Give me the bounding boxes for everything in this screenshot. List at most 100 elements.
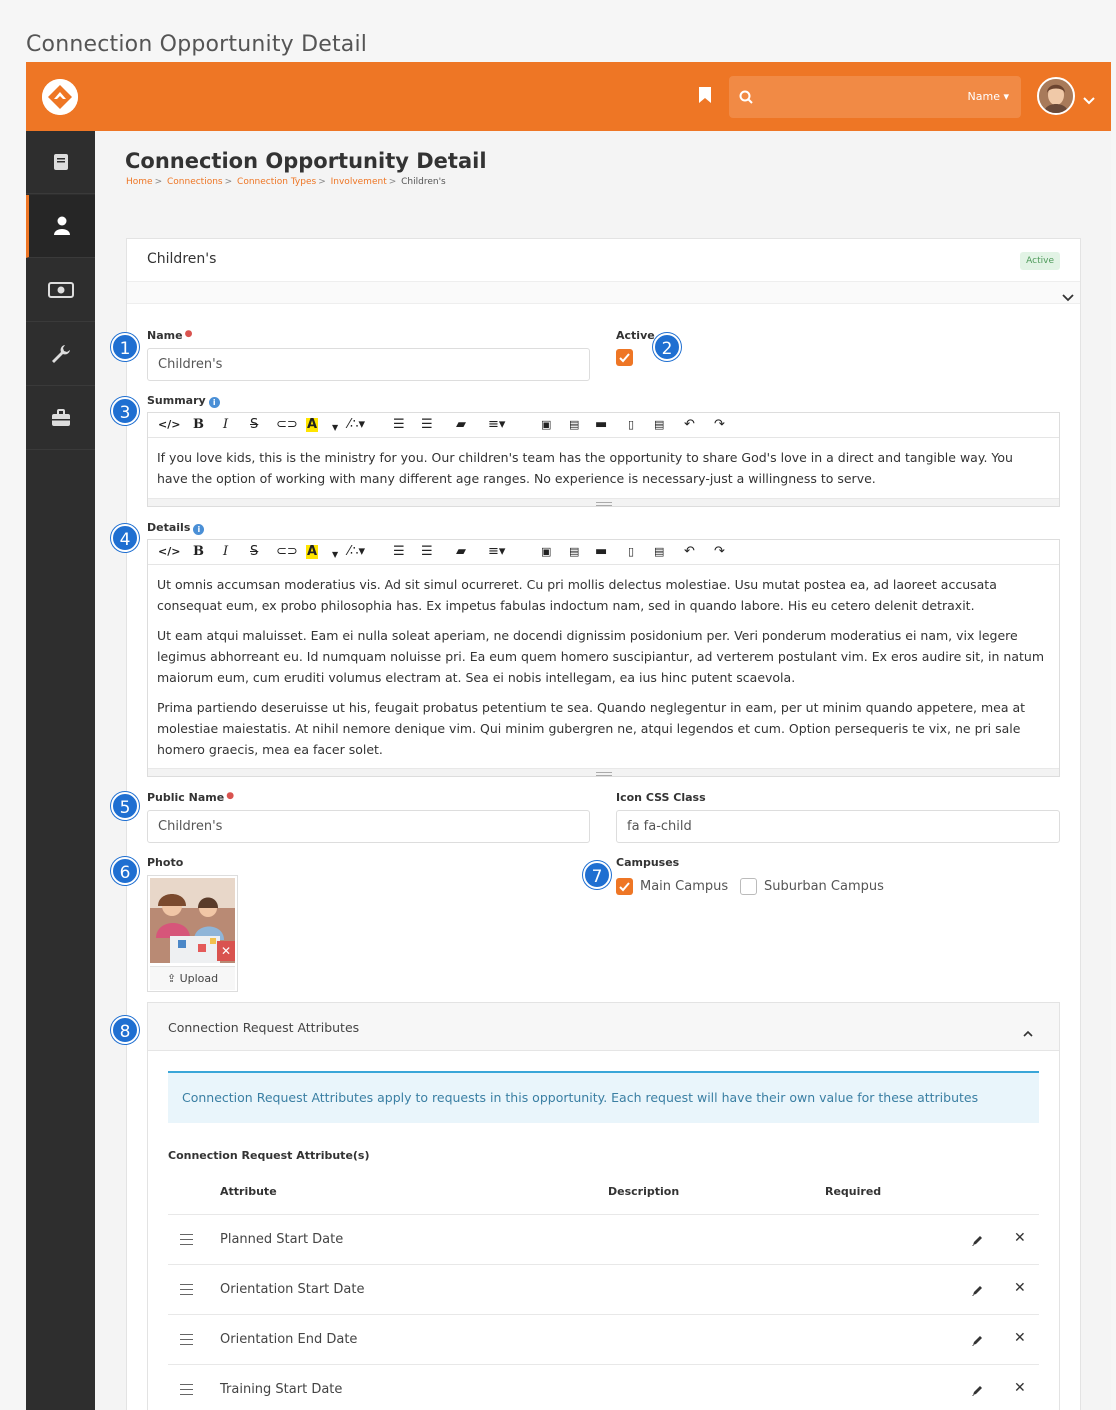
code-view-icon[interactable]: </> <box>158 418 180 432</box>
drag-handle-icon[interactable] <box>180 1334 193 1345</box>
breadcrumb-involvement[interactable]: Involvement <box>331 177 387 187</box>
ordered-list-icon[interactable]: ☰ <box>393 418 405 432</box>
details-editor[interactable]: </> B I S ⊂⊃ A ▼ ⁄∴▾ ☰ ☰ ▰ ≡▾ ▣ ▤ ▬ ▯ ▤ <box>147 539 1060 777</box>
chevron-down-icon[interactable] <box>1083 90 1095 109</box>
paste-word-icon[interactable]: ▤ <box>654 418 664 432</box>
pencil-icon[interactable] <box>971 1232 984 1251</box>
details-text: Ut omnis accumsan moderatius vis. Ad sit… <box>157 574 1045 769</box>
paste-icon[interactable]: ▯ <box>628 545 634 559</box>
attribute-name: Orientation End Date <box>220 1332 358 1347</box>
search-bar: Name ▾ <box>729 76 1021 118</box>
align-icon[interactable]: ≡▾ <box>488 545 505 559</box>
breadcrumb-home[interactable]: Home <box>126 177 153 187</box>
delete-icon[interactable]: ✕ <box>1014 1330 1026 1346</box>
search-icon <box>739 89 753 108</box>
rock-logo-icon[interactable] <box>42 79 78 115</box>
eraser-icon[interactable]: ▰ <box>456 545 466 559</box>
eraser-icon[interactable]: ▰ <box>456 418 466 432</box>
info-icon[interactable]: i <box>208 397 220 408</box>
align-icon[interactable]: ≡▾ <box>488 418 505 432</box>
sidebar-item-people[interactable] <box>26 195 95 258</box>
magic-wand-icon[interactable]: ⁄∴▾ <box>348 418 365 432</box>
breadcrumb-current: Children's <box>401 177 446 187</box>
campus-checkbox-suburban[interactable] <box>740 878 757 895</box>
panel-header: Children's Active <box>127 239 1080 282</box>
image-icon[interactable]: ▣ <box>541 418 551 432</box>
unordered-list-icon[interactable]: ☰ <box>421 545 433 559</box>
delete-icon[interactable]: ✕ <box>1014 1280 1026 1296</box>
public-name-field[interactable] <box>147 810 590 843</box>
summary-editor[interactable]: </> B I S ⊂⊃ A ▼ ⁄∴▾ ☰ ☰ ▰ ≡▾ ▣ ▤ ▬ ▯ ▤ <box>147 412 1060 507</box>
column-header-attribute: Attribute <box>220 1185 277 1198</box>
table-row: Planned Start Date ✕ <box>168 1214 1039 1264</box>
link-icon[interactable]: ⊂⊃ <box>276 545 298 559</box>
attributes-panel-header[interactable]: Connection Request Attributes <box>148 1003 1059 1051</box>
details-resize-handle[interactable] <box>148 768 1059 776</box>
drag-handle-icon[interactable] <box>180 1384 193 1395</box>
icon-css-field[interactable] <box>616 810 1060 843</box>
sidebar-item-finance[interactable] <box>26 259 95 322</box>
wrench-icon <box>51 345 70 363</box>
link-icon[interactable]: ⊂⊃ <box>276 418 298 432</box>
drag-handle-icon[interactable] <box>180 1234 193 1245</box>
highlight-dropdown-icon[interactable]: ▼ <box>332 421 338 435</box>
sidebar-item-admin[interactable] <box>26 387 95 450</box>
delete-icon[interactable]: ✕ <box>1014 1230 1026 1246</box>
unordered-list-icon[interactable]: ☰ <box>421 418 433 432</box>
book-icon <box>53 154 68 170</box>
delete-icon[interactable]: ✕ <box>1014 1380 1026 1396</box>
breadcrumb-connections[interactable]: Connections <box>167 177 223 187</box>
undo-icon[interactable]: ↶ <box>684 545 695 559</box>
highlight-icon[interactable]: A <box>306 545 319 559</box>
breadcrumb-connection-types[interactable]: Connection Types <box>237 177 316 187</box>
chevron-up-icon[interactable] <box>1023 1022 1033 1041</box>
strikethrough-icon[interactable]: S <box>250 418 258 432</box>
pencil-icon[interactable] <box>971 1332 984 1351</box>
highlight-dropdown-icon[interactable]: ▼ <box>332 548 338 562</box>
summary-resize-handle[interactable] <box>148 498 1059 506</box>
attribute-name: Orientation Start Date <box>220 1282 365 1297</box>
code-view-icon[interactable]: </> <box>158 545 180 559</box>
image-icon[interactable]: ▣ <box>541 545 551 559</box>
briefcase-icon <box>51 409 70 426</box>
folder-icon[interactable]: ▬ <box>595 418 607 432</box>
name-field[interactable] <box>147 348 590 381</box>
remove-photo-button[interactable]: ✕ <box>217 941 235 961</box>
active-checkbox[interactable] <box>616 349 633 366</box>
italic-icon[interactable]: I <box>223 545 228 559</box>
avatar[interactable] <box>1037 77 1075 115</box>
strikethrough-icon[interactable]: S <box>250 545 258 559</box>
callout-7: 7 <box>583 861 611 889</box>
folder-icon[interactable]: ▬ <box>595 545 607 559</box>
active-label: Active <box>616 329 655 342</box>
italic-icon[interactable]: I <box>223 418 228 432</box>
paste-icon[interactable]: ▯ <box>628 418 634 432</box>
search-filter-dropdown[interactable]: Name ▾ <box>968 90 1009 103</box>
drag-handle-icon[interactable] <box>180 1284 193 1295</box>
icon-css-label: Icon CSS Class <box>616 791 706 804</box>
pencil-icon[interactable] <box>971 1282 984 1301</box>
highlight-icon[interactable]: A <box>306 418 319 432</box>
campus-checkbox-main[interactable] <box>616 878 633 895</box>
person-icon <box>54 216 70 235</box>
sidebar-item-content[interactable] <box>26 131 95 194</box>
upload-button[interactable]: ⇪ Upload <box>150 966 235 990</box>
pencil-icon[interactable] <box>971 1382 984 1401</box>
magic-wand-icon[interactable]: ⁄∴▾ <box>348 545 365 559</box>
sidebar-item-tools[interactable] <box>26 323 95 386</box>
chevron-down-icon[interactable] <box>1062 287 1074 306</box>
bookmark-icon[interactable] <box>698 86 712 108</box>
bold-icon[interactable]: B <box>193 545 204 559</box>
document-icon[interactable]: ▤ <box>569 418 579 432</box>
search-input[interactable] <box>763 84 953 110</box>
redo-icon[interactable]: ↷ <box>714 545 725 559</box>
callout-1: 1 <box>111 333 139 361</box>
document-icon[interactable]: ▤ <box>569 545 579 559</box>
connection-request-attributes-panel: Connection Request Attributes Connection… <box>147 1002 1060 1410</box>
undo-icon[interactable]: ↶ <box>684 418 695 432</box>
paste-word-icon[interactable]: ▤ <box>654 545 664 559</box>
redo-icon[interactable]: ↷ <box>714 418 725 432</box>
ordered-list-icon[interactable]: ☰ <box>393 545 405 559</box>
info-icon[interactable]: i <box>193 524 205 535</box>
bold-icon[interactable]: B <box>193 418 204 432</box>
